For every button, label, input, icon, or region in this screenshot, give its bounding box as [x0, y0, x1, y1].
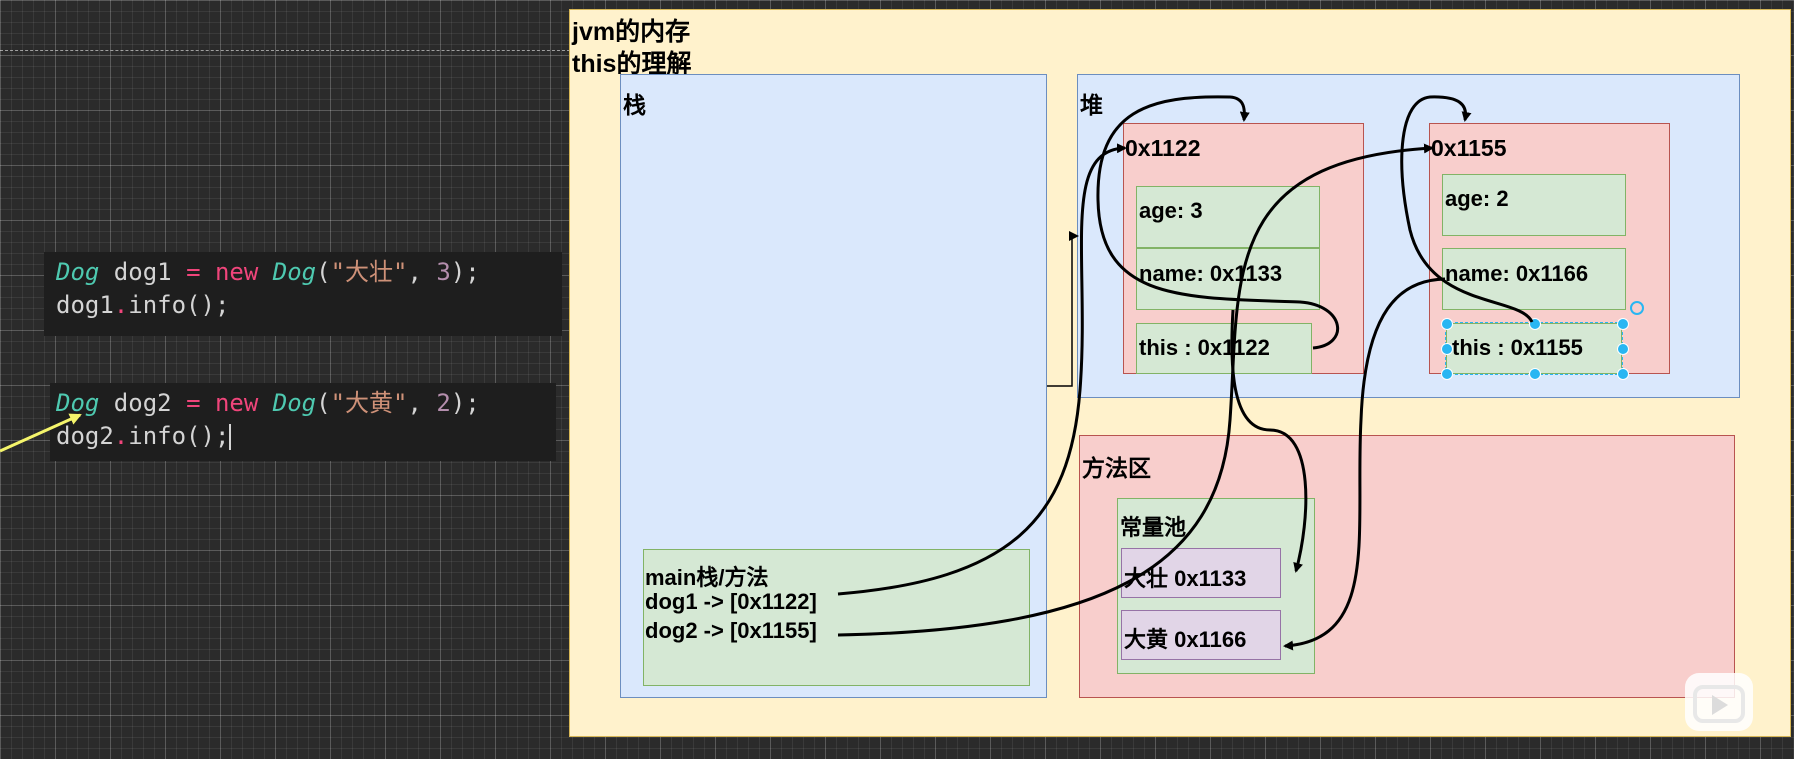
- play-icon: [1712, 695, 1728, 715]
- rotate-handle[interactable]: [1630, 301, 1644, 315]
- stack-to-heap-connector: [1047, 231, 1079, 387]
- arrow-this-to-0x1155: [1400, 95, 1534, 323]
- arrow-this-to-0x1122: [1096, 95, 1340, 350]
- arrow-name-to-dahuang: [1283, 277, 1446, 651]
- connector-layer: [0, 95, 1644, 651]
- arrow-dog2-to-0x1155: [837, 143, 1434, 637]
- pointer-arrow: [0, 413, 82, 453]
- bilibili-watermark-icon: [1685, 673, 1753, 731]
- arrow-name-to-dazhuang: [1230, 309, 1308, 573]
- arrow-dog1-to-0x1122: [837, 143, 1127, 596]
